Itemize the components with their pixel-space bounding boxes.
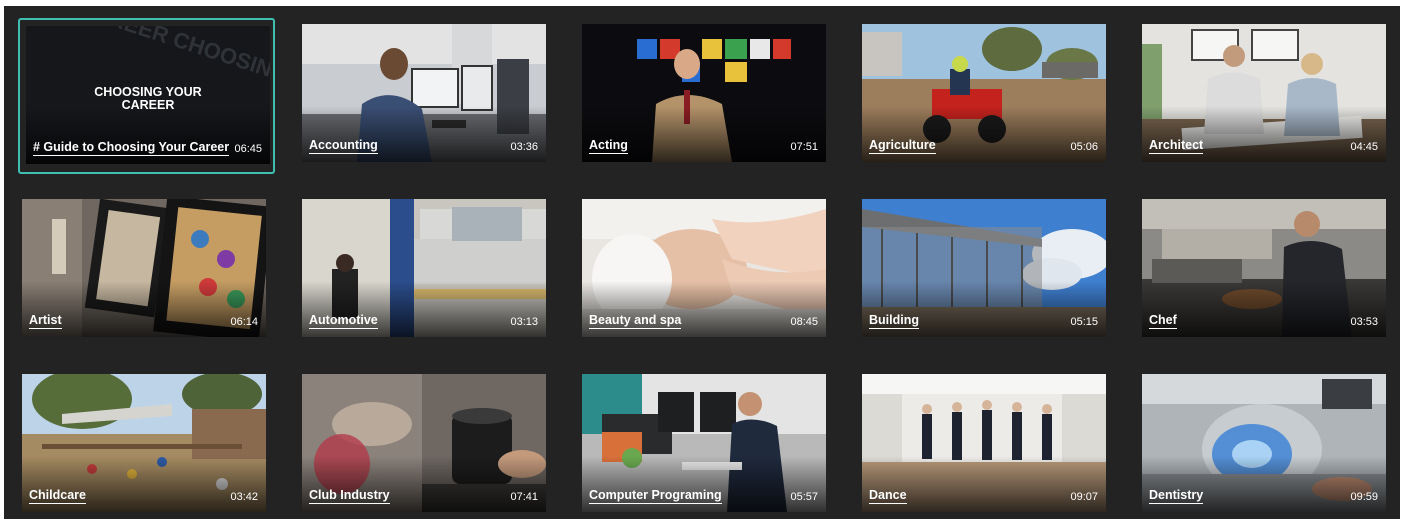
video-tile-childcare[interactable]: Childcare 03:42: [18, 368, 275, 524]
video-thumbnail: Childcare 03:42: [22, 374, 266, 512]
video-title[interactable]: Agriculture: [869, 138, 936, 154]
video-duration: 06:14: [230, 316, 258, 328]
video-duration: 03:53: [1350, 316, 1378, 328]
video-title[interactable]: Dance: [869, 488, 907, 504]
video-grid: YOUR CAREER CHOOSING YOUR CAREER CHOOSIN…: [18, 18, 1395, 524]
video-tile-automotive[interactable]: Automotive 03:13: [298, 193, 555, 349]
video-duration: 09:59: [1350, 491, 1378, 503]
video-title[interactable]: Computer Programing: [589, 488, 722, 504]
video-title[interactable]: Childcare: [29, 488, 86, 504]
video-title[interactable]: Accounting: [309, 138, 378, 154]
video-thumbnail: Accounting 03:36: [302, 24, 546, 162]
video-thumbnail: Agriculture 05:06: [862, 24, 1106, 162]
video-tile-dentistry[interactable]: Dentistry 09:59: [1138, 368, 1395, 524]
video-duration: 03:36: [510, 141, 538, 153]
video-duration: 09:07: [1070, 491, 1098, 503]
video-duration: 05:15: [1070, 316, 1098, 328]
video-tile-club-industry[interactable]: Club Industry 07:41: [298, 368, 555, 524]
video-title[interactable]: Chef: [1149, 313, 1177, 329]
video-duration: 05:57: [790, 491, 818, 503]
video-tile-building[interactable]: Building 05:15: [858, 193, 1115, 349]
background-text: YOUR CAREER CHOOSING YOUR CAREER CHOOSIN…: [26, 26, 270, 164]
video-duration: 05:06: [1070, 141, 1098, 153]
video-thumbnail: Dentistry 09:59: [1142, 374, 1386, 512]
video-tile-accounting[interactable]: Accounting 03:36: [298, 18, 555, 174]
video-tile-artist[interactable]: Artist 06:14: [18, 193, 275, 349]
video-tile-agriculture[interactable]: Agriculture 05:06: [858, 18, 1115, 174]
video-duration: 07:51: [790, 141, 818, 153]
video-thumbnail: Beauty and spa 08:45: [582, 199, 826, 337]
video-tile-guide[interactable]: YOUR CAREER CHOOSING YOUR CAREER CHOOSIN…: [18, 18, 275, 174]
video-thumbnail: Club Industry 07:41: [302, 374, 546, 512]
video-tile-computer-programing[interactable]: Computer Programing 05:57: [578, 368, 835, 524]
video-gallery: YOUR CAREER CHOOSING YOUR CAREER CHOOSIN…: [4, 6, 1400, 519]
video-title[interactable]: Acting: [589, 138, 628, 154]
thumbnail-shade: [1142, 281, 1386, 337]
video-thumbnail: Acting 07:51: [582, 24, 826, 162]
video-title[interactable]: Club Industry: [309, 488, 390, 504]
video-title[interactable]: Building: [869, 313, 919, 329]
video-thumbnail: Architect 04:45: [1142, 24, 1386, 162]
video-duration: 03:13: [510, 316, 538, 328]
video-tile-beauty-and-spa[interactable]: Beauty and spa 08:45: [578, 193, 835, 349]
video-title[interactable]: Beauty and spa: [589, 313, 682, 329]
video-tile-chef[interactable]: Chef 03:53: [1138, 193, 1395, 349]
video-thumbnail: Artist 06:14: [22, 199, 266, 337]
video-thumbnail: Automotive 03:13: [302, 199, 546, 337]
video-tile-acting[interactable]: Acting 07:51: [578, 18, 835, 174]
video-title[interactable]: Architect: [1149, 138, 1204, 154]
video-title[interactable]: # Guide to Choosing Your Career: [33, 140, 230, 156]
video-tile-architect[interactable]: Architect 04:45: [1138, 18, 1395, 174]
video-duration: 07:41: [510, 491, 538, 503]
video-duration: 04:45: [1350, 141, 1378, 153]
video-thumbnail: Dance 09:07: [862, 374, 1106, 512]
video-thumbnail: Chef 03:53: [1142, 199, 1386, 337]
video-title[interactable]: Dentistry: [1149, 488, 1204, 504]
video-duration: 08:45: [790, 316, 818, 328]
video-duration: 03:42: [230, 491, 258, 503]
video-thumbnail: Building 05:15: [862, 199, 1106, 337]
video-title[interactable]: Artist: [29, 313, 62, 329]
video-duration: 06:45: [234, 143, 262, 155]
video-thumbnail: Computer Programing 05:57: [582, 374, 826, 512]
video-thumbnail: YOUR CAREER CHOOSING YOUR CAREER CHOOSIN…: [26, 26, 270, 164]
video-title[interactable]: Automotive: [309, 313, 378, 329]
video-tile-dance[interactable]: Dance 09:07: [858, 368, 1115, 524]
